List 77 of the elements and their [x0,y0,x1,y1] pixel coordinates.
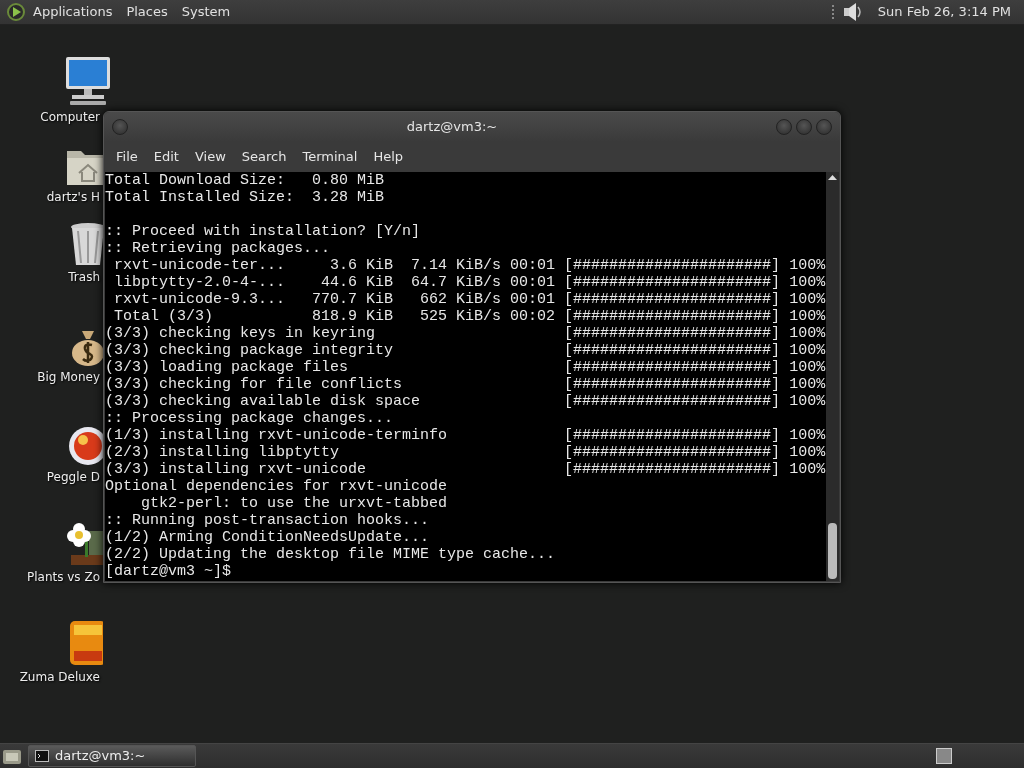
progress-bar-text: [######################] [564,308,781,325]
progress-bar-text: [######################] [564,376,781,393]
terminal-line: Total Installed Size: 3.28 MiB [105,189,385,206]
progress-bar-text: [######################] [564,291,781,308]
progress-bar-text: [######################] [564,257,781,274]
icon-label[interactable]: dartz's H [46,190,100,205]
percent-text: 100% [789,291,826,308]
terminal-icon [35,750,49,762]
tile-icon[interactable] [68,619,103,667]
panel-menu[interactable]: System [174,2,238,22]
menu-item[interactable]: Help [365,147,412,167]
percent-text: 100% [789,342,826,359]
progress-bar-text: [######################] [564,427,781,444]
icon-label[interactable]: Zuma Deluxe [19,670,100,685]
drag-handle-icon [830,4,835,20]
terminal-line: Optional dependencies for rxvt-unicode [105,478,448,495]
terminal-line: (3/3) checking package integrity [105,342,395,359]
terminal-line: rxvt-unicode-ter... 3.6 KiB 7.14 KiB/s 00:01 [113,257,557,274]
flower-icon[interactable] [65,521,103,567]
progress-bar-text: [######################] [564,461,781,478]
progress-bar-text: [######################] [564,274,781,291]
percent-text: 100% [789,257,826,274]
scrollbar[interactable] [826,172,839,581]
terminal-line: Total Download Size: 0.80 MiB [105,172,385,189]
terminal-line: :: Running post-transaction hooks... [105,512,430,529]
menu-item[interactable]: Terminal [294,147,366,167]
terminal-line: (1/2) Arming ConditionNeedsUpdate... [105,529,430,546]
trash-icon[interactable] [68,221,103,267]
terminal-line: (2/3) installing libptytty [105,444,341,461]
terminal-line: (3/3) checking for file conflicts [105,376,404,393]
clock-text[interactable]: Sun Feb 26, 3:14 PM [870,2,1018,22]
terminal-line: (3/3) checking keys in keyring [105,325,377,342]
terminal-line: :: Processing package changes... [105,410,394,427]
progress-bar-text: [######################] [564,444,781,461]
percent-text: 100% [789,359,826,376]
percent-text: 100% [789,444,826,461]
progress-bar-text: [######################] [564,393,781,410]
terminal-line: :: Retrieving packages... [105,240,331,257]
terminal-line: gtk2-perl: to use the urxvt-tabbed [140,495,448,512]
terminal-line: Total (3/3) 818.9 KiB 525 KiB/s 00:02 [113,308,557,325]
menu-item[interactable]: View [186,147,234,167]
menu-item[interactable]: Search [233,147,295,167]
icon-label[interactable]: Trash [68,270,100,285]
terminal-line: (1/3) installing rxvt-unicode-terminfo [105,427,449,444]
menu-item[interactable]: File [108,147,146,167]
icon-label[interactable]: Big Money [37,370,100,385]
percent-text: 100% [789,325,826,342]
scroll-thumb[interactable] [828,523,837,579]
progress-bar-text: [######################] [564,325,781,342]
percent-text: 100% [789,427,826,444]
panel-menu[interactable]: Applications [26,2,120,22]
show-desktop-icon[interactable] [2,747,22,765]
icon-label[interactable]: Peggle D [46,470,100,485]
percent-text: 100% [789,461,826,478]
terminal-line: libptytty-2.0-4-... 44.6 KiB 64.7 KiB/s 00:01 [113,274,557,291]
terminal-line: :: Proceed with installation? [Y/n] [105,223,421,240]
progress-bar-text: [######################] [564,359,781,376]
window-title: dartz@vm3:~ [405,118,499,137]
terminal-line: (3/3) checking available disk space [105,393,422,410]
scroll-up-icon[interactable] [826,172,839,182]
progress-bar-text: [######################] [564,342,781,359]
workspace-switcher[interactable] [936,748,952,764]
taskbar-button[interactable]: dartz@vm3:~ [28,745,196,767]
terminal-line: (3/3) installing rxvt-unicode [105,461,368,478]
panel-menu[interactable]: Places [119,2,175,22]
terminal-line: rxvt-unicode-9.3... 770.7 KiB 662 KiB/s 00:01 [113,291,557,308]
percent-text: 100% [789,376,826,393]
percent-text: 100% [789,274,826,291]
icon-label[interactable]: Computer [40,110,100,125]
logo-icon[interactable] [6,2,26,22]
terminal-line: (3/3) loading package files [105,359,350,376]
menu-item[interactable]: Edit [145,147,187,167]
percent-text: 100% [789,393,826,410]
shell-prompt: [dartz@vm3 ~]$ [105,563,232,580]
terminal-line: (2/2) Updating the desktop file MIME type cache... [105,546,556,563]
percent-text: 100% [789,308,826,325]
icon-label[interactable]: Plants vs Zo [26,570,100,585]
